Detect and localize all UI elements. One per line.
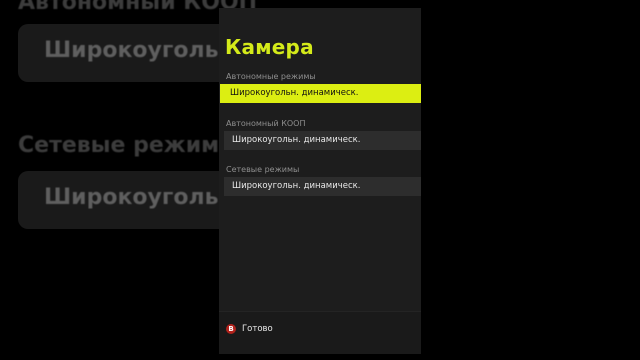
bg-field-network: Широкоугольн — [18, 171, 238, 229]
option-network-value: Широкоугольн. динамическ. — [232, 181, 361, 191]
section-label-network: Сетевые режимы — [226, 165, 300, 174]
option-offline-camera[interactable]: Широкоугольн. динамическ. — [220, 84, 421, 103]
bg-field-network-text: Широкоугольн — [44, 185, 234, 210]
bg-field-coop: Широкоугольн — [18, 24, 238, 82]
option-network-camera[interactable]: Широкоугольн. динамическ. — [224, 177, 421, 196]
bg-field-coop-text: Широкоугольн — [44, 38, 234, 63]
section-label-offline: Автономные режимы — [226, 72, 316, 81]
option-coop-value: Широкоугольн. динамическ. — [232, 135, 361, 145]
b-button-icon[interactable]: B — [226, 324, 236, 334]
done-button-label[interactable]: Готово — [242, 324, 273, 334]
bg-heading-network: Сетевые режимы — [18, 133, 239, 158]
option-coop-camera[interactable]: Широкоугольн. динамическ. — [224, 131, 421, 150]
page-title: Камера — [225, 35, 314, 59]
option-offline-value: Широкоугольн. динамическ. — [230, 88, 359, 98]
section-label-coop: Автономный КООП — [226, 119, 306, 128]
camera-settings-panel: Камера Автономные режимы Широкоугольн. д… — [219, 8, 421, 354]
footer-bar: B Готово — [219, 311, 421, 354]
